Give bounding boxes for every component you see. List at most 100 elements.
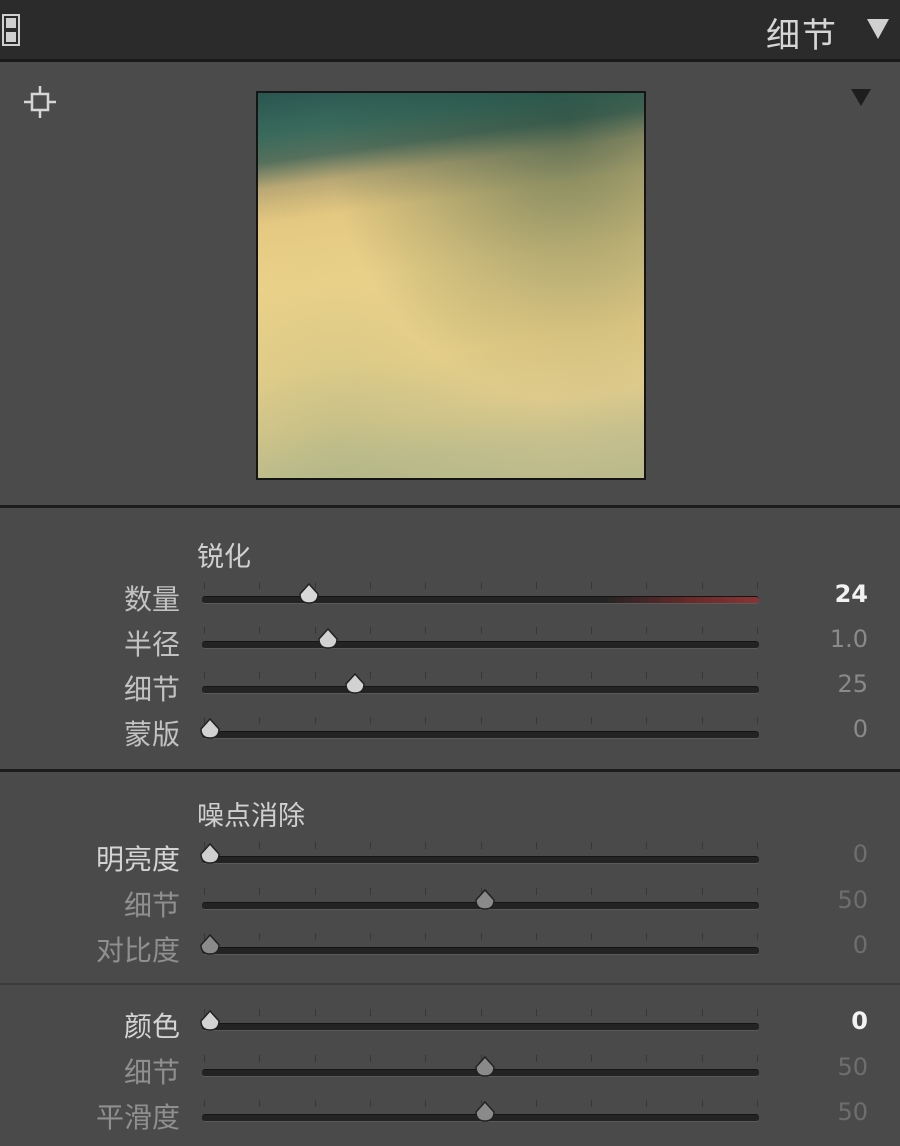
- slider-tick: [757, 1100, 758, 1107]
- slider-label: 半径: [123, 628, 180, 661]
- slider-tick: [204, 582, 205, 589]
- slider-tick: [591, 717, 593, 724]
- slider-value[interactable]: 50: [837, 1098, 868, 1126]
- slider-value[interactable]: 25: [837, 670, 868, 698]
- slider-tick: [701, 1009, 703, 1016]
- slider-tick: [480, 842, 482, 849]
- slider-tick: [701, 627, 703, 634]
- slider-tick: [259, 933, 261, 940]
- slider-tick: [591, 1009, 593, 1016]
- target-crosshair-icon[interactable]: [22, 84, 58, 120]
- collapse-caret-icon[interactable]: [864, 14, 892, 42]
- slider-row-detail[interactable]: 细节 25: [0, 666, 900, 706]
- slider-row-luminance-detail[interactable]: 细节 50: [0, 882, 900, 922]
- slider-tick: [535, 672, 537, 679]
- slider-tick: [646, 1100, 648, 1107]
- slider-track[interactable]: [202, 731, 759, 739]
- slider-ticks: [204, 672, 758, 680]
- slider-value[interactable]: 50: [837, 886, 868, 914]
- slider-row-color[interactable]: 颜色 0: [0, 1003, 900, 1043]
- slider-tick: [535, 717, 537, 724]
- slider-thumb[interactable]: [473, 1055, 497, 1079]
- slider-tick: [591, 1055, 593, 1062]
- slider-tick: [701, 1100, 703, 1107]
- slider-track[interactable]: [202, 686, 759, 694]
- slider-row-color-detail[interactable]: 细节 50: [0, 1049, 900, 1089]
- slider-tick: [535, 1100, 537, 1107]
- slider-tick: [701, 582, 703, 589]
- slider-tick: [369, 842, 371, 849]
- slider-tick: [425, 1009, 427, 1016]
- slider-ticks: [204, 842, 758, 850]
- slider-tick: [757, 627, 758, 634]
- slider-thumb[interactable]: [473, 1100, 497, 1124]
- panel-switch-icon[interactable]: [2, 14, 20, 46]
- slider-tick: [757, 582, 758, 589]
- slider-row-radius[interactable]: 半径 1.0: [0, 621, 900, 661]
- slider-tick: [204, 672, 205, 679]
- slider-value[interactable]: 24: [835, 580, 868, 608]
- slider-thumb[interactable]: [198, 1009, 222, 1033]
- slider-tick: [480, 627, 482, 634]
- slider-row-amount[interactable]: 数量 24: [0, 576, 900, 616]
- slider-value[interactable]: 50: [837, 1053, 868, 1081]
- panel-header[interactable]: 细节: [0, 0, 900, 62]
- slider-value[interactable]: 0: [851, 1007, 868, 1035]
- slider-ticks: [204, 933, 758, 941]
- slider-tick: [425, 888, 427, 895]
- slider-label: 细节: [123, 673, 180, 706]
- slider-thumb[interactable]: [343, 672, 367, 696]
- slider-track[interactable]: [202, 596, 759, 604]
- slider-tick: [480, 1009, 482, 1016]
- slider-ticks: [204, 582, 758, 590]
- slider-ticks: [204, 717, 758, 725]
- slider-thumb[interactable]: [198, 717, 222, 741]
- slider-track[interactable]: [202, 856, 759, 864]
- slider-thumb[interactable]: [198, 842, 222, 866]
- preview-toggle-caret-icon[interactable]: [849, 86, 873, 108]
- slider-row-luminance-contrast[interactable]: 对比度 0: [0, 927, 900, 967]
- slider-thumb[interactable]: [198, 933, 222, 957]
- slider-tick: [369, 933, 371, 940]
- slider-tick: [259, 582, 261, 589]
- slider-value[interactable]: 0: [853, 931, 868, 959]
- slider-tick: [259, 842, 261, 849]
- color-noise-section: 颜色 0 细节 50 平滑度 50: [0, 987, 900, 1146]
- slider-tick: [480, 582, 482, 589]
- slider-track[interactable]: [202, 641, 759, 649]
- slider-track[interactable]: [202, 1023, 759, 1031]
- slider-tick: [646, 933, 648, 940]
- slider-tick: [314, 717, 316, 724]
- slider-value[interactable]: 1.0: [830, 625, 868, 653]
- slider-row-masking[interactable]: 蒙版 0: [0, 711, 900, 751]
- slider-tick: [646, 1009, 648, 1016]
- slider-thumb[interactable]: [473, 888, 497, 912]
- slider-tick: [591, 582, 593, 589]
- sharpening-section: 锐化 数量 24 半径 1.0 细节 25 蒙版 0: [0, 511, 900, 772]
- slider-ticks: [204, 1009, 758, 1017]
- slider-tick: [314, 1009, 316, 1016]
- slider-label: 蒙版: [123, 718, 180, 751]
- slider-tick: [535, 842, 537, 849]
- slider-tick: [204, 627, 205, 634]
- slider-row-smoothness[interactable]: 平滑度 50: [0, 1094, 900, 1134]
- slider-label: 平滑度: [95, 1101, 180, 1134]
- slider-value[interactable]: 0: [853, 840, 868, 868]
- slider-tick: [701, 888, 703, 895]
- slider-thumb[interactable]: [297, 582, 321, 606]
- slider-tick: [757, 672, 758, 679]
- slider-tick: [701, 842, 703, 849]
- slider-thumb[interactable]: [316, 627, 340, 651]
- detail-preview-image[interactable]: [256, 91, 646, 480]
- slider-row-luminance[interactable]: 明亮度 0: [0, 836, 900, 876]
- slider-tick: [646, 717, 648, 724]
- slider-tick: [535, 582, 537, 589]
- slider-label: 明亮度: [95, 843, 180, 876]
- slider-track[interactable]: [202, 947, 759, 955]
- slider-tick: [701, 717, 703, 724]
- slider-tick: [314, 933, 316, 940]
- slider-value[interactable]: 0: [853, 715, 868, 743]
- slider-tick: [314, 1055, 316, 1062]
- slider-tick: [425, 1100, 427, 1107]
- slider-tick: [314, 672, 316, 679]
